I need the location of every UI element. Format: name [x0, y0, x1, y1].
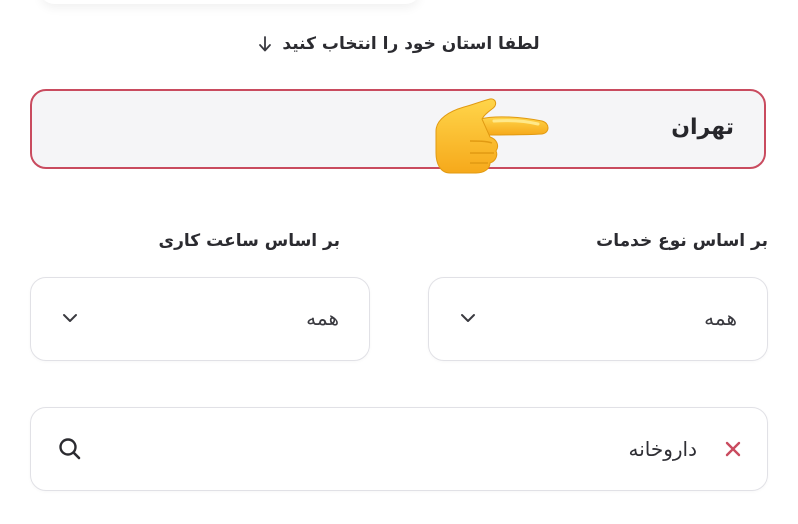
province-select[interactable]: تهران	[30, 89, 766, 169]
chevron-down-icon	[461, 314, 475, 322]
clear-icon[interactable]	[723, 439, 743, 459]
province-selected-value: تهران	[671, 115, 734, 140]
page: لطفا استان خود را انتخاب کنید تهران بر ا…	[0, 0, 798, 524]
top-card-edge	[40, 0, 420, 4]
service-type-filter-label: بر اساس نوع خدمات	[596, 231, 768, 251]
chevron-down-icon	[63, 314, 77, 322]
working-hours-dropdown-value: همه	[306, 306, 339, 330]
service-type-dropdown-value: همه	[704, 306, 737, 330]
province-prompt: لطفا استان خود را انتخاب کنید	[0, 34, 798, 54]
arrow-down-icon	[259, 36, 272, 52]
working-hours-dropdown[interactable]: همه	[30, 277, 370, 361]
service-type-dropdown[interactable]: همه	[428, 277, 768, 361]
pointing-hand-icon	[435, 98, 549, 174]
province-prompt-label: لطفا استان خود را انتخاب کنید	[282, 34, 540, 54]
search-input[interactable]	[177, 430, 697, 468]
working-hours-filter-label: بر اساس ساعت کاری	[158, 231, 340, 251]
search-box	[30, 407, 768, 491]
search-icon[interactable]	[57, 436, 83, 462]
